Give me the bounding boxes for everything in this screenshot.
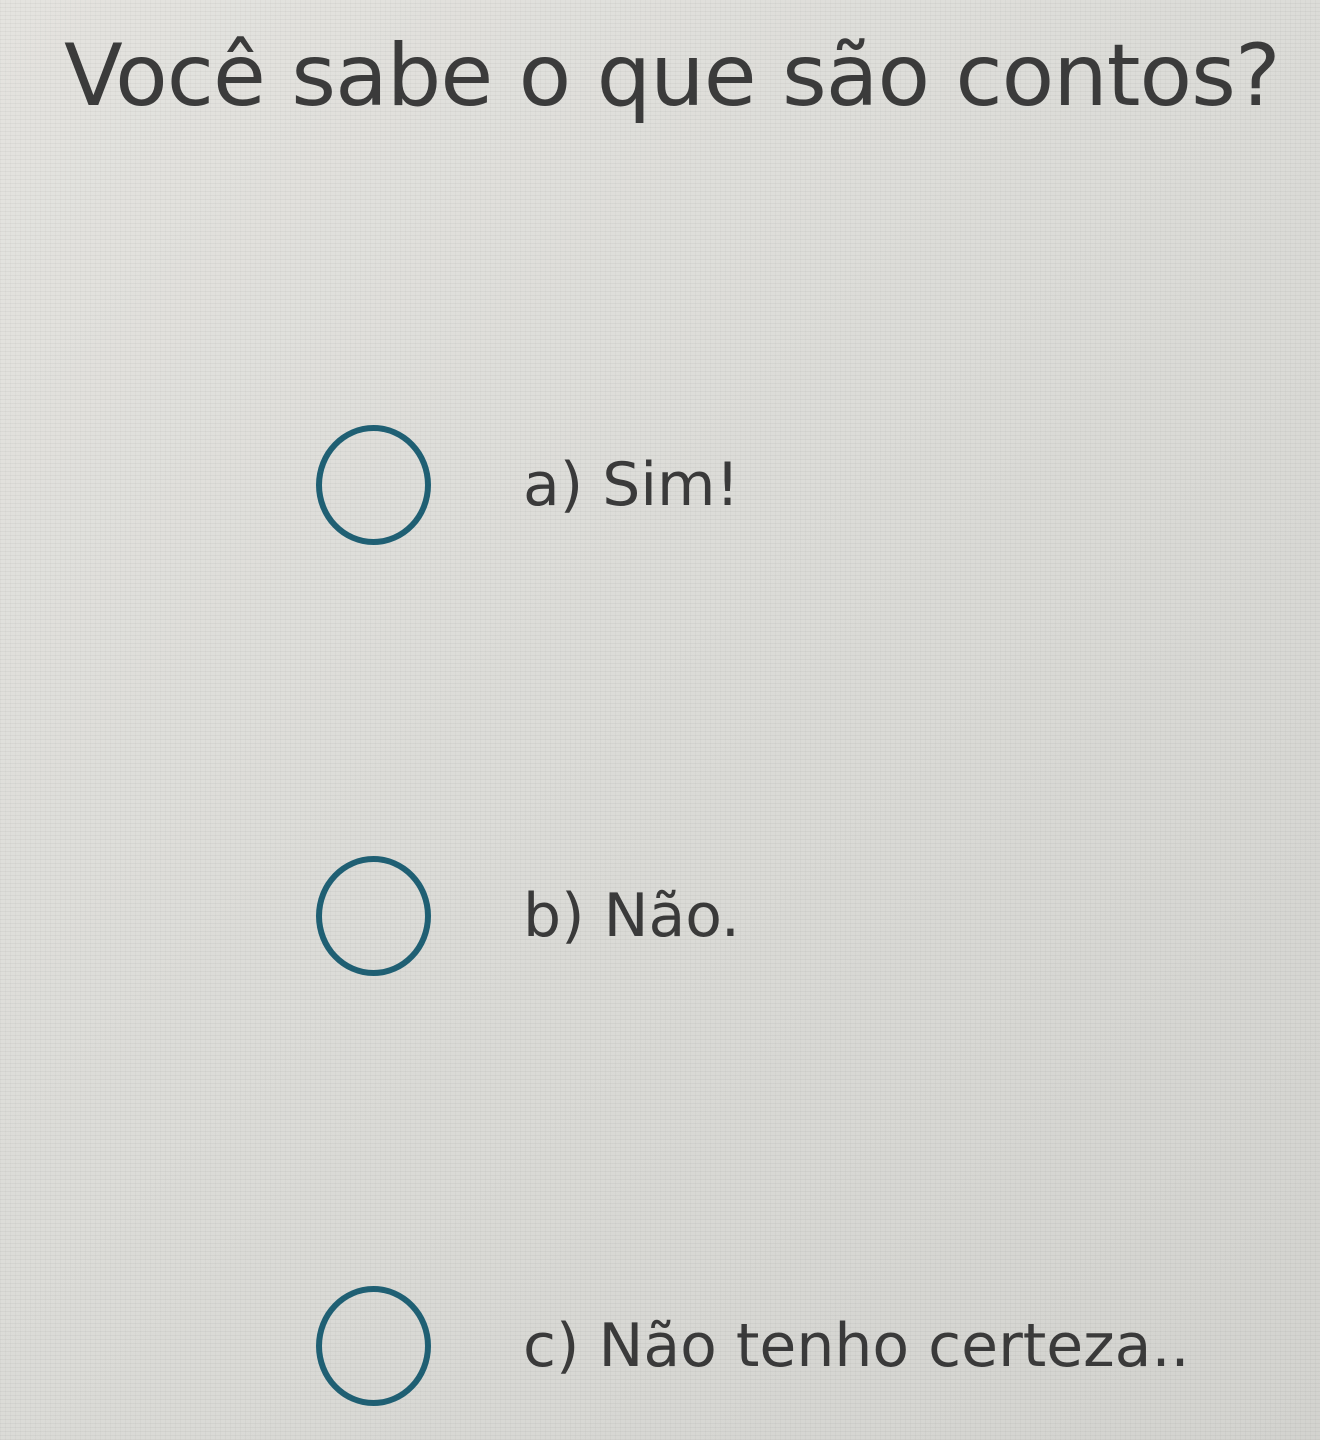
screen-texture — [0, 0, 1320, 1440]
radio-button-b[interactable] — [316, 856, 431, 976]
radio-button-a[interactable] — [316, 425, 431, 545]
option-b-label: b) Não. — [523, 881, 740, 951]
option-c[interactable]: c) Não tenho certeza.. — [316, 1286, 1190, 1406]
option-a[interactable]: a) Sim! — [316, 425, 740, 545]
option-b[interactable]: b) Não. — [316, 856, 740, 976]
option-a-label: a) Sim! — [523, 450, 740, 520]
option-c-label: c) Não tenho certeza.. — [523, 1311, 1190, 1381]
question-text: Você sabe o que são contos? — [64, 26, 1281, 126]
radio-button-c[interactable] — [316, 1286, 431, 1406]
